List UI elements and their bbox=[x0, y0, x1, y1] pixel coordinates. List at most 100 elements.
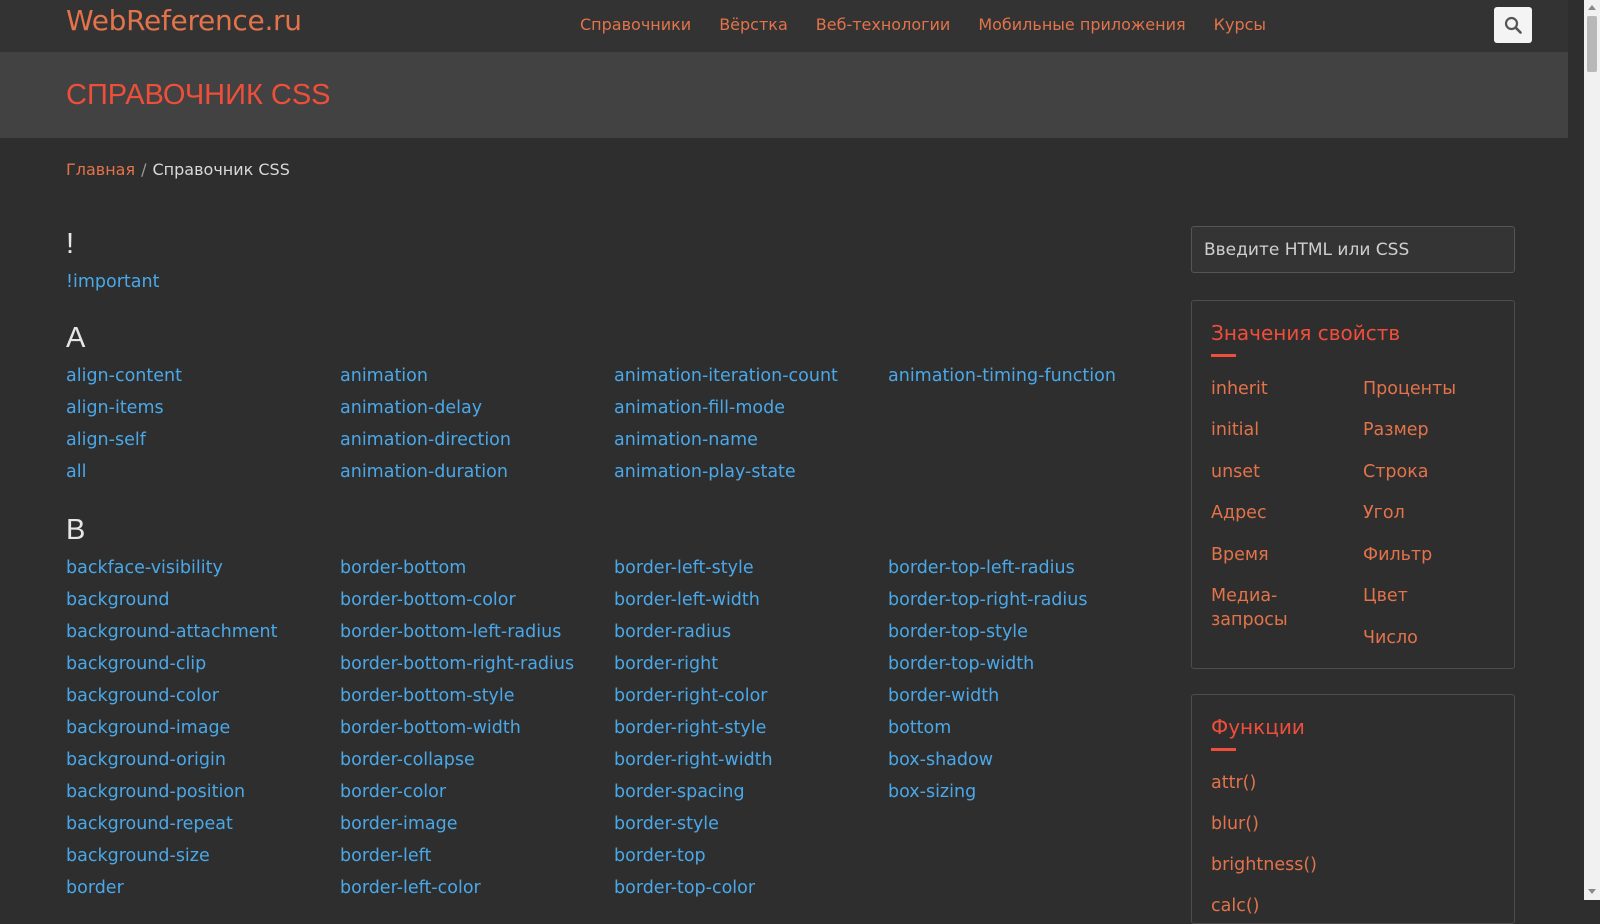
property-value-link[interactable]: Фильтр bbox=[1363, 543, 1432, 567]
property-value-link[interactable]: Адрес bbox=[1211, 501, 1267, 525]
property-value-link[interactable]: Строка bbox=[1363, 460, 1429, 484]
css-property-link[interactable]: border bbox=[66, 878, 124, 898]
css-property-link[interactable]: animation-fill-mode bbox=[614, 398, 785, 418]
css-property-link[interactable]: align-self bbox=[66, 430, 146, 450]
property-value-link[interactable]: Размер bbox=[1363, 418, 1429, 442]
css-property-link[interactable]: !important bbox=[66, 272, 159, 292]
property-values-title: Значения свойств bbox=[1211, 321, 1401, 345]
css-property-link[interactable]: border-spacing bbox=[614, 782, 745, 802]
property-values-card: Значения свойств inherit initial unset Адре… bbox=[1191, 300, 1515, 669]
css-property-link[interactable]: border-top-left-radius bbox=[888, 558, 1075, 578]
css-property-link[interactable]: border-right bbox=[614, 654, 718, 674]
css-property-link[interactable]: animation-name bbox=[614, 430, 758, 450]
css-property-link[interactable]: border-style bbox=[614, 814, 719, 834]
css-property-link[interactable]: border-right-color bbox=[614, 686, 768, 706]
property-value-link[interactable]: initial bbox=[1211, 418, 1259, 442]
css-property-link[interactable]: border-top-color bbox=[614, 878, 755, 898]
property-value-link[interactable]: unset bbox=[1211, 460, 1260, 484]
function-link[interactable]: attr() bbox=[1211, 771, 1256, 795]
css-property-link[interactable]: border-right-width bbox=[614, 750, 773, 770]
functions-title: Функции bbox=[1211, 715, 1305, 739]
search-button[interactable] bbox=[1494, 7, 1532, 43]
breadcrumb: Главная / Справочник CSS bbox=[66, 160, 290, 179]
page-title: СПРАВОЧНИК CSS bbox=[66, 79, 331, 111]
scroll-thumb[interactable] bbox=[1587, 16, 1597, 72]
property-value-link[interactable]: Цвет bbox=[1363, 584, 1408, 608]
function-link[interactable]: brightness() bbox=[1211, 853, 1317, 877]
css-property-link[interactable]: align-content bbox=[66, 366, 182, 386]
css-property-link[interactable]: border-color bbox=[340, 782, 446, 802]
css-property-link[interactable]: background-image bbox=[66, 718, 230, 738]
css-property-link[interactable]: border-radius bbox=[614, 622, 731, 642]
scroll-down-arrow[interactable] bbox=[1588, 889, 1596, 894]
css-property-link[interactable]: border-width bbox=[888, 686, 999, 706]
css-property-link[interactable]: border-collapse bbox=[340, 750, 475, 770]
breadcrumb-separator: / bbox=[141, 160, 147, 179]
css-property-link[interactable]: border-bottom bbox=[340, 558, 466, 578]
page-scrollbar[interactable] bbox=[1584, 0, 1600, 900]
css-property-link[interactable]: box-sizing bbox=[888, 782, 976, 802]
css-property-link[interactable]: border-top-right-radius bbox=[888, 590, 1088, 610]
breadcrumb-home-link[interactable]: Главная bbox=[66, 160, 135, 179]
property-value-link[interactable]: Проценты bbox=[1363, 377, 1456, 401]
property-value-link[interactable]: Число bbox=[1363, 626, 1418, 650]
scroll-up-arrow[interactable] bbox=[1588, 5, 1596, 10]
css-property-link[interactable]: animation-play-state bbox=[614, 462, 796, 482]
css-property-link[interactable]: background-color bbox=[66, 686, 219, 706]
css-property-link[interactable]: animation bbox=[340, 366, 428, 386]
css-property-link[interactable]: box-shadow bbox=[888, 750, 993, 770]
nav-item-references[interactable]: Справочники bbox=[580, 15, 691, 34]
css-property-link[interactable]: border-bottom-width bbox=[340, 718, 521, 738]
css-property-link[interactable]: animation-direction bbox=[340, 430, 511, 450]
css-property-link[interactable]: animation-duration bbox=[340, 462, 508, 482]
css-property-link[interactable]: border-left bbox=[340, 846, 431, 866]
top-navbar: WebReference.ru Справочники Вёрстка Веб-… bbox=[0, 0, 1568, 52]
nav-item-courses[interactable]: Курсы bbox=[1214, 15, 1266, 34]
css-property-link[interactable]: border-bottom-left-radius bbox=[340, 622, 561, 642]
css-property-link[interactable]: border-left-width bbox=[614, 590, 760, 610]
breadcrumb-current: Справочник CSS bbox=[152, 160, 290, 179]
css-property-link[interactable]: backface-visibility bbox=[66, 558, 223, 578]
nav-item-web-tech[interactable]: Веб-технологии bbox=[816, 15, 951, 34]
sidebar-search-box[interactable] bbox=[1191, 226, 1515, 273]
css-property-link[interactable]: background-position bbox=[66, 782, 245, 802]
css-property-link[interactable]: border-bottom-right-radius bbox=[340, 654, 574, 674]
css-property-link[interactable]: bottom bbox=[888, 718, 951, 738]
css-property-link[interactable]: border-left-color bbox=[340, 878, 481, 898]
css-property-link[interactable]: align-items bbox=[66, 398, 164, 418]
css-property-link[interactable]: animation-delay bbox=[340, 398, 482, 418]
nav-item-mobile-apps[interactable]: Мобильные приложения bbox=[978, 15, 1185, 34]
function-link[interactable]: calc() bbox=[1211, 894, 1259, 918]
css-property-link[interactable]: background-origin bbox=[66, 750, 226, 770]
css-property-link[interactable]: border-bottom-color bbox=[340, 590, 516, 610]
function-link[interactable]: blur() bbox=[1211, 812, 1259, 836]
css-property-link[interactable]: background-size bbox=[66, 846, 210, 866]
css-property-link[interactable]: border-top bbox=[614, 846, 706, 866]
css-property-link[interactable]: border-image bbox=[340, 814, 457, 834]
css-property-link[interactable]: background-repeat bbox=[66, 814, 233, 834]
nav-item-layout[interactable]: Вёрстка bbox=[719, 15, 788, 34]
property-value-link[interactable]: inherit bbox=[1211, 377, 1268, 401]
title-band: СПРАВОЧНИК CSS bbox=[0, 52, 1568, 138]
property-value-link[interactable]: Медиа- запросы bbox=[1211, 584, 1288, 632]
site-logo[interactable]: WebReference.ru bbox=[66, 4, 302, 37]
css-property-link[interactable]: border-top-width bbox=[888, 654, 1034, 674]
letter-heading: B bbox=[66, 514, 86, 546]
property-value-link[interactable]: Время bbox=[1211, 543, 1269, 567]
main-nav: Справочники Вёрстка Веб-технологии Мобил… bbox=[580, 15, 1294, 34]
css-property-link[interactable]: border-bottom-style bbox=[340, 686, 515, 706]
css-property-link[interactable]: animation-iteration-count bbox=[614, 366, 838, 386]
property-value-link[interactable]: Угол bbox=[1363, 501, 1405, 525]
css-property-link[interactable]: background-attachment bbox=[66, 622, 277, 642]
css-property-link[interactable]: all bbox=[66, 462, 86, 482]
css-property-link[interactable]: background bbox=[66, 590, 170, 610]
css-property-link[interactable]: border-top-style bbox=[888, 622, 1028, 642]
css-property-link[interactable]: background-clip bbox=[66, 654, 206, 674]
css-property-link[interactable]: border-right-style bbox=[614, 718, 766, 738]
title-underline bbox=[1211, 354, 1236, 357]
letter-heading: ! bbox=[66, 228, 75, 260]
sidebar-search-input[interactable] bbox=[1202, 239, 1506, 261]
css-property-link[interactable]: border-left-style bbox=[614, 558, 754, 578]
css-property-link[interactable]: animation-timing-function bbox=[888, 366, 1116, 386]
title-underline bbox=[1211, 748, 1236, 751]
